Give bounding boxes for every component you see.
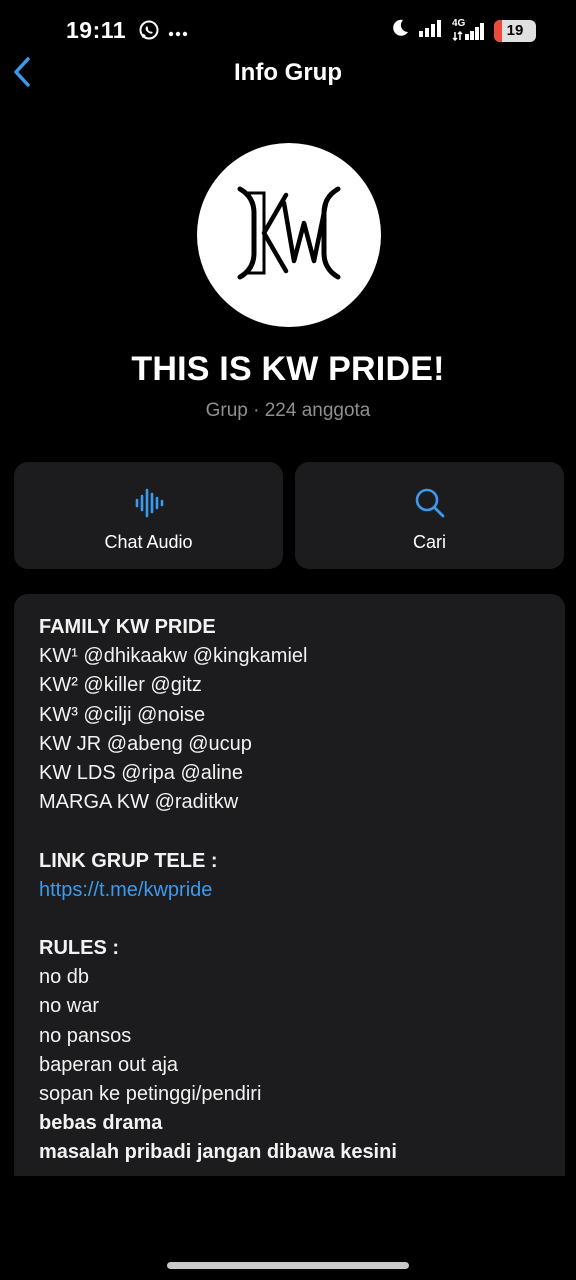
chat-audio-label: Chat Audio bbox=[104, 532, 193, 552]
group-avatar[interactable] bbox=[197, 143, 381, 327]
search-icon bbox=[414, 487, 446, 519]
description-line: KW² @killer @gitz bbox=[39, 674, 202, 697]
signal-bars-icon bbox=[418, 18, 444, 43]
description-line: KW JR @abeng @ucup bbox=[39, 732, 252, 755]
battery-indicator: 19 bbox=[494, 19, 536, 42]
home-indicator[interactable] bbox=[167, 1262, 409, 1269]
group-info-screen: 19:11 4G 19 Info Grup THIS IS KW PRIDE! … bbox=[0, 0, 576, 1280]
more-dots-icon bbox=[168, 24, 188, 42]
kw-logo-icon bbox=[234, 183, 344, 288]
description-line: KW³ @cilji @noise bbox=[39, 703, 206, 726]
description-line: RULES : bbox=[39, 937, 119, 960]
description-line: no pansos bbox=[39, 1024, 132, 1047]
nav-bar: Info Grup bbox=[0, 50, 576, 98]
description-line: no db bbox=[39, 966, 90, 989]
description-line: baperan out aja bbox=[39, 1053, 179, 1076]
audio-waveform-icon bbox=[134, 487, 164, 519]
status-system-icons: 4G 19 bbox=[390, 18, 536, 43]
whatsapp-icon bbox=[138, 19, 160, 46]
description-line: KW¹ @dhikaakw @kingkamiel bbox=[39, 645, 308, 668]
battery-fill bbox=[494, 19, 502, 42]
group-name: THIS IS KW PRIDE! bbox=[131, 350, 445, 388]
description-line: bebas drama bbox=[39, 1112, 163, 1135]
status-time: 19:11 bbox=[66, 17, 127, 43]
signal-4g-icon: 4G bbox=[452, 18, 486, 42]
moon-icon bbox=[390, 18, 410, 43]
chat-audio-button[interactable]: Chat Audio bbox=[14, 462, 283, 569]
group-link[interactable]: https://t.me/kwpride bbox=[39, 876, 540, 905]
group-member-count: Grup · 224 anggota bbox=[205, 400, 371, 421]
description-line: masalah pribadi jangan dibawa kesini bbox=[39, 1141, 397, 1164]
description-line: LINK GRUP TELE : bbox=[39, 849, 218, 872]
search-label: Cari bbox=[412, 532, 446, 552]
description-line: MARGA KW @raditkw bbox=[39, 791, 239, 814]
group-description: FAMILY KW PRIDE KW¹ @dhikaakw @kingkamiel… bbox=[14, 594, 565, 1176]
description-line: FAMILY KW PRIDE bbox=[39, 616, 216, 638]
search-button[interactable]: Cari bbox=[295, 462, 564, 569]
description-line: sopan ke petinggi/pendiri bbox=[39, 1083, 262, 1105]
page-title: Info Grup bbox=[234, 59, 342, 86]
status-notification-icons bbox=[138, 19, 188, 46]
description-line: KW LDS @ripa @aline bbox=[39, 761, 244, 784]
battery-level: 19 bbox=[506, 22, 524, 39]
description-line: no war bbox=[39, 995, 100, 1018]
